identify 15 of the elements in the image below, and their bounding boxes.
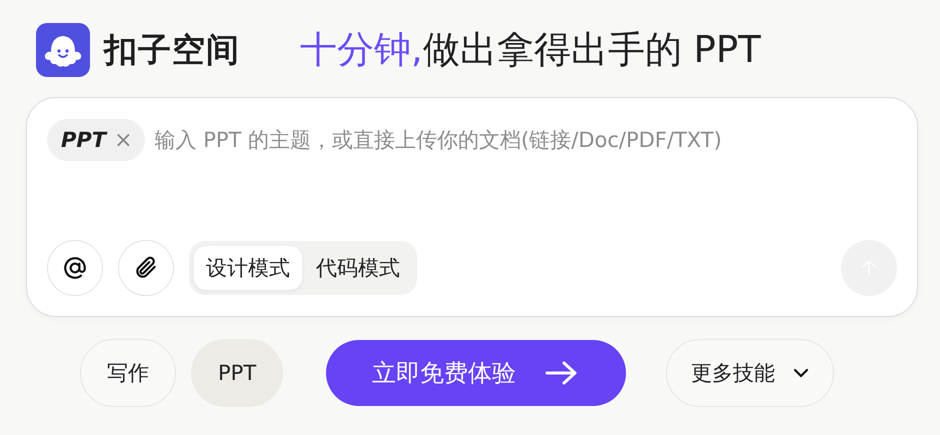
try-free-button[interactable]: 立即免费体验: [326, 340, 626, 406]
slogan-highlight: 十分钟,: [300, 27, 423, 73]
ghost-logo-icon: [36, 23, 90, 77]
chip-label: PPT: [61, 128, 106, 152]
skill-tab[interactable]: 写作: [80, 339, 176, 407]
mode-tab[interactable]: 设计模式: [194, 246, 302, 290]
slogan-text: 做出拿得出手的 PPT: [422, 27, 761, 73]
skill-tab[interactable]: PPT: [191, 339, 284, 407]
more-skills-button[interactable]: 更多技能: [666, 339, 834, 407]
prompt-input[interactable]: 输入 PPT 的主题，或直接上传你的文档(链接/Doc/PDF/TXT): [154, 128, 897, 152]
mode-tab[interactable]: 代码模式: [304, 246, 412, 290]
brand-name: 扣子空间: [104, 28, 240, 70]
chevron-down-icon: [793, 368, 810, 378]
at-sign-icon: [62, 255, 88, 281]
arrow-right-icon: [544, 360, 578, 386]
